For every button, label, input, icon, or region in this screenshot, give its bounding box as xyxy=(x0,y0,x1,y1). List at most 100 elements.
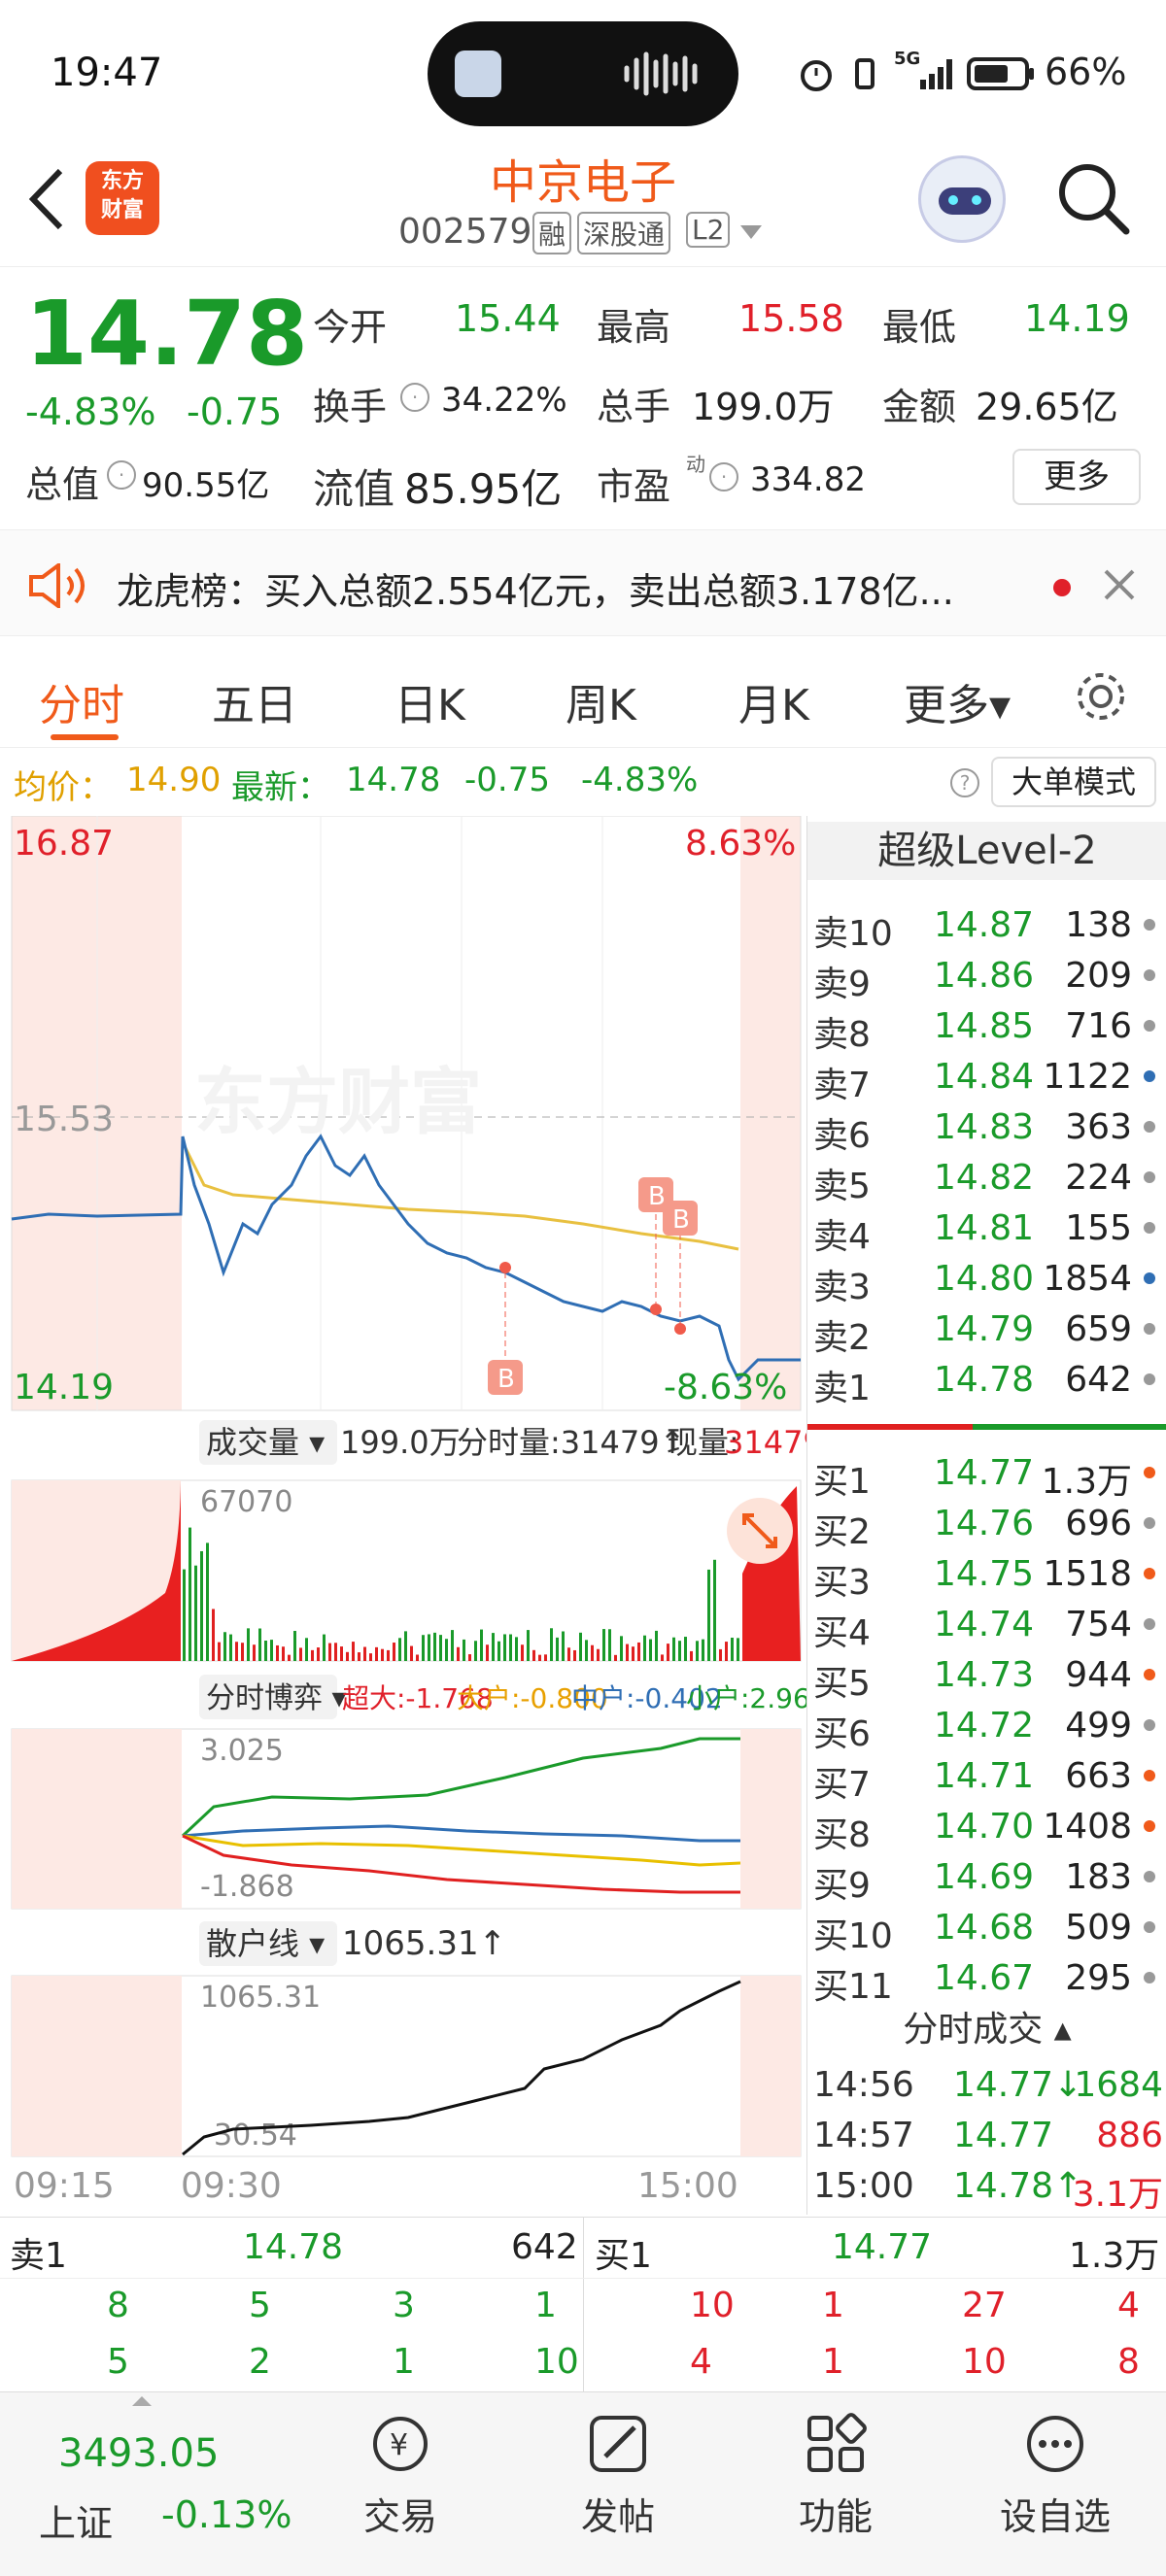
dragon-tiger-notice[interactable]: 龙虎榜：买入总额2.554亿元，卖出总额3.178亿... xyxy=(0,529,1166,636)
help-icon[interactable]: ? xyxy=(950,768,979,797)
volume-bar xyxy=(667,1644,669,1661)
trade-volume: 886 xyxy=(1096,2116,1163,2155)
info-icon[interactable]: · xyxy=(107,460,136,490)
order-dot xyxy=(1144,1467,1155,1478)
sell-row[interactable]: 卖9 14.86 209 xyxy=(807,950,1166,1004)
volume-bar xyxy=(655,1630,658,1661)
trades-title[interactable]: 分时成交 ▴ xyxy=(807,2001,1166,2051)
index-value[interactable]: 3493.05 xyxy=(58,2431,219,2476)
dropdown-icon[interactable] xyxy=(738,223,764,241)
order-dot xyxy=(1144,1618,1155,1630)
buy-row[interactable]: 买2 14.76 696 xyxy=(807,1498,1166,1552)
sell-price: 14.78 xyxy=(934,1360,1035,1400)
time-start: 09:15 xyxy=(14,2166,115,2206)
close-icon[interactable] xyxy=(1102,567,1137,602)
level2-title[interactable]: 超级Level-2 xyxy=(807,822,1166,880)
game-label[interactable]: 分时博弈 ▾ xyxy=(206,1681,347,1715)
buy-row[interactable]: 买1 14.77 1.3万 xyxy=(807,1447,1166,1502)
volume-bar xyxy=(503,1634,506,1661)
queue-value: 1 xyxy=(534,2286,557,2325)
queue-value: 1 xyxy=(822,2342,844,2382)
sell-label: 卖8 xyxy=(813,1015,871,1055)
tag-l2[interactable]: L2 xyxy=(686,212,731,248)
media-thumb-icon xyxy=(455,51,501,97)
big-order-mode-button[interactable]: 大单模式 xyxy=(991,757,1156,807)
volume-bar xyxy=(293,1631,296,1661)
close-shade xyxy=(740,1976,801,2156)
sell-volume: 224 xyxy=(1065,1158,1132,1198)
buy-row[interactable]: 买5 14.73 944 xyxy=(807,1649,1166,1704)
buy-price: 14.75 xyxy=(934,1554,1035,1594)
sell-row[interactable]: 卖1 14.78 642 xyxy=(807,1354,1166,1408)
queue-value: 10 xyxy=(534,2342,579,2382)
tab-intraday[interactable]: 分时 xyxy=(39,670,124,732)
change-amount: -0.75 xyxy=(187,390,283,433)
sell-row[interactable]: 卖4 14.81 155 xyxy=(807,1203,1166,1257)
sell-row[interactable]: 卖6 14.83 363 xyxy=(807,1102,1166,1156)
volume-bar xyxy=(323,1634,326,1661)
order-dot xyxy=(1144,1921,1155,1933)
buy-label: 买8 xyxy=(813,1815,871,1855)
buy-row[interactable]: 买3 14.75 1518 xyxy=(807,1548,1166,1603)
sell-row[interactable]: 卖10 14.87 138 xyxy=(807,899,1166,954)
queue-value: 10 xyxy=(690,2286,735,2325)
queue-value: 5 xyxy=(107,2342,129,2382)
volume-bar xyxy=(696,1641,699,1661)
robot-assistant-icon[interactable] xyxy=(918,155,1006,243)
sell-price: 14.83 xyxy=(934,1107,1035,1147)
buy-price: 14.69 xyxy=(934,1857,1035,1897)
buy-label: 买6 xyxy=(813,1714,871,1754)
sell-row[interactable]: 卖3 14.80 1854 xyxy=(807,1253,1166,1307)
high-value: 15.58 xyxy=(738,297,844,340)
index-pct[interactable]: -0.13% xyxy=(161,2493,292,2536)
nav-post[interactable]: 发帖 xyxy=(540,2402,696,2540)
sell-row[interactable]: 卖7 14.84 1122 xyxy=(807,1051,1166,1105)
buy-row[interactable]: 买7 14.71 663 xyxy=(807,1750,1166,1805)
search-icon[interactable] xyxy=(1054,159,1132,237)
nav-trade[interactable]: ¥ 交易 xyxy=(323,2402,478,2540)
intraday-chart-area[interactable]: 东方财富 B B B 16.87 8.63% 15.53 14.19 -8.63… xyxy=(0,815,828,2215)
nav-add-watchlist[interactable]: 设自选 xyxy=(977,2402,1133,2540)
buy-volume: 663 xyxy=(1065,1756,1132,1796)
info-icon[interactable]: · xyxy=(400,383,429,412)
buy-row[interactable]: 买6 14.72 499 xyxy=(807,1700,1166,1754)
volume-bar xyxy=(393,1643,395,1661)
sell-row[interactable]: 卖2 14.79 659 xyxy=(807,1304,1166,1358)
gear-icon[interactable] xyxy=(1073,668,1129,725)
retail-label[interactable]: 散户线 ▾ xyxy=(206,1925,325,1962)
minute-volume: 分时量:31479↑ xyxy=(457,1424,685,1461)
sell-row[interactable]: 卖8 14.85 716 xyxy=(807,1000,1166,1055)
volume-label[interactable]: 成交量 ▾ xyxy=(206,1424,325,1461)
tab-month-k[interactable]: 月K xyxy=(738,670,809,732)
index-name[interactable]: 上证 xyxy=(39,2493,113,2547)
buy-row[interactable]: 买9 14.69 183 xyxy=(807,1851,1166,1906)
tab-more[interactable]: 更多▾ xyxy=(904,670,1011,732)
buy-price: 14.77 xyxy=(934,1453,1035,1493)
volume-bar xyxy=(515,1637,518,1661)
preopen-shade xyxy=(12,1976,182,2156)
nav-functions[interactable]: 功能 xyxy=(758,2402,913,2540)
more-button[interactable]: 更多 xyxy=(1012,449,1141,505)
info-icon[interactable]: · xyxy=(709,462,738,491)
ref-price: 15.53 xyxy=(14,1100,114,1139)
buy-price: 14.70 xyxy=(934,1807,1035,1847)
sell-price: 14.80 xyxy=(934,1259,1035,1299)
sell-row[interactable]: 卖5 14.82 224 xyxy=(807,1152,1166,1206)
tab-day-k[interactable]: 日K xyxy=(394,670,465,732)
stock-code: 002579 xyxy=(398,212,532,252)
close-shade xyxy=(740,1729,801,1909)
intraday-chart[interactable]: 东方财富 B B B 16.87 8.63% 15.53 14.19 -8.63… xyxy=(0,815,828,2215)
back-arrow-icon[interactable] xyxy=(25,165,68,233)
open-value: 15.44 xyxy=(455,297,561,340)
volume-bar xyxy=(247,1628,250,1661)
buy-row[interactable]: 买8 14.70 1408 xyxy=(807,1801,1166,1855)
buy-row[interactable]: 买4 14.74 754 xyxy=(807,1599,1166,1653)
tab-five-day[interactable]: 五日 xyxy=(212,670,297,732)
buy-row[interactable]: 买11 14.67 295 xyxy=(807,1952,1166,2007)
collapse-caret-icon[interactable] xyxy=(130,2394,154,2408)
buy-volume: 1408 xyxy=(1043,1807,1132,1847)
chart-tabs: 分时 五日 日K 周K 月K 更多▾ xyxy=(0,641,1166,748)
tab-week-k[interactable]: 周K xyxy=(566,670,636,732)
buy-row[interactable]: 买10 14.68 509 xyxy=(807,1902,1166,1956)
price-info-bar: 均价： 14.90 最新： 14.78 -0.75 -4.83% ? 大单模式 xyxy=(0,753,1166,811)
